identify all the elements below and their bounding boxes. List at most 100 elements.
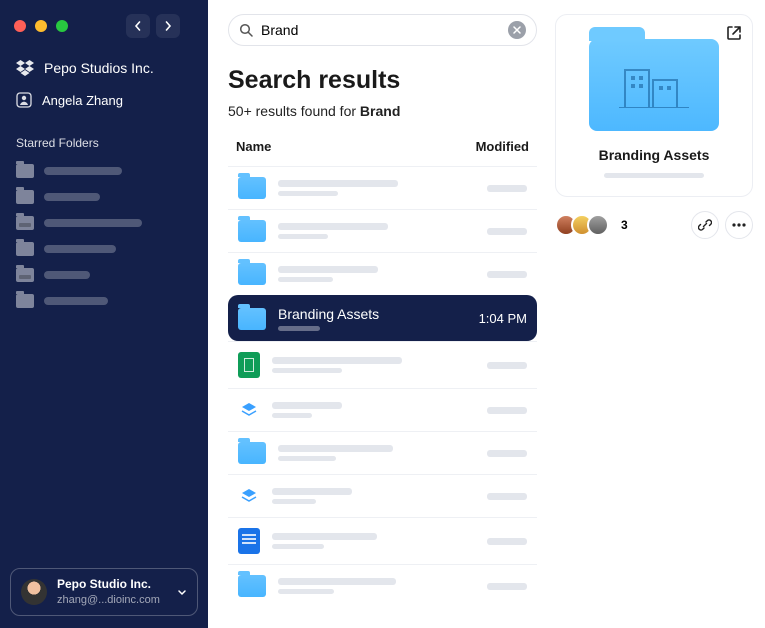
preview-panel: Branding Assets 3 <box>555 14 753 628</box>
open-external-icon <box>726 25 742 41</box>
folder-icon <box>16 268 34 282</box>
account-switcher[interactable]: Pepo Studio Inc. zhang@...dioinc.com <box>10 568 198 616</box>
result-item[interactable] <box>228 388 537 431</box>
placeholder-bar <box>278 326 320 331</box>
placeholder-bar <box>278 456 336 461</box>
placeholder-bar <box>272 402 342 409</box>
placeholder-bar <box>44 271 90 279</box>
starred-folders-label: Starred Folders <box>10 118 198 160</box>
placeholder-bar <box>487 538 527 545</box>
placeholder-bar <box>278 578 396 585</box>
result-item[interactable] <box>228 431 537 474</box>
result-modified: 1:04 PM <box>455 311 527 326</box>
search-input[interactable] <box>261 22 500 38</box>
result-body <box>272 488 443 504</box>
folder-icon <box>238 442 266 464</box>
result-item[interactable] <box>228 517 537 564</box>
preview-placeholder-bar <box>604 173 705 178</box>
placeholder-bar <box>278 234 328 239</box>
column-header-modified[interactable]: Modified <box>449 139 529 154</box>
close-icon <box>513 26 521 34</box>
result-item[interactable]: Branding Assets 1:04 PM <box>228 295 537 341</box>
sheet-icon <box>238 352 260 378</box>
result-body <box>278 266 443 282</box>
maximize-window-icon[interactable] <box>56 20 68 32</box>
placeholder-bar <box>487 362 527 369</box>
shared-avatars[interactable] <box>555 214 609 236</box>
search-icon <box>239 23 253 37</box>
placeholder-bar <box>272 488 352 495</box>
result-modified <box>455 493 527 500</box>
user-row[interactable]: Angela Zhang <box>10 82 198 118</box>
preview-title: Branding Assets <box>570 147 738 163</box>
placeholder-bar <box>44 297 108 305</box>
placeholder-bar <box>487 185 527 192</box>
user-name: Angela Zhang <box>42 93 123 108</box>
folder-icon <box>16 294 34 308</box>
placeholder-bar <box>487 271 527 278</box>
copy-link-button[interactable] <box>691 211 719 239</box>
chevron-left-icon <box>133 21 143 31</box>
results-heading: Search results <box>228 66 537 95</box>
results-subheading: 50+ results found for Brand <box>228 103 537 119</box>
placeholder-bar <box>278 277 333 282</box>
placeholder-bar <box>272 413 312 418</box>
result-item[interactable] <box>228 209 537 252</box>
placeholder-bar <box>487 407 527 414</box>
result-modified <box>455 271 527 278</box>
starred-folder-item[interactable] <box>10 212 198 234</box>
result-body <box>278 578 443 594</box>
nav-forward-button[interactable] <box>156 14 180 38</box>
close-window-icon[interactable] <box>14 20 26 32</box>
result-modified <box>455 228 527 235</box>
result-modified <box>455 538 527 545</box>
more-options-button[interactable] <box>725 211 753 239</box>
starred-folder-item[interactable] <box>10 186 198 208</box>
folder-icon <box>16 190 34 204</box>
result-modified <box>455 450 527 457</box>
result-body <box>278 180 443 196</box>
placeholder-bar <box>44 219 142 227</box>
avatar-icon <box>587 214 609 236</box>
open-external-button[interactable] <box>726 25 742 41</box>
folder-icon <box>238 308 266 330</box>
placeholder-bar <box>272 357 402 364</box>
placeholder-bar <box>278 191 338 196</box>
starred-folder-item[interactable] <box>10 238 198 260</box>
starred-folders-list <box>10 160 198 312</box>
window-controls <box>10 12 198 44</box>
result-item[interactable] <box>228 341 537 388</box>
starred-folder-item[interactable] <box>10 160 198 182</box>
result-item[interactable] <box>228 166 537 209</box>
nav-back-button[interactable] <box>126 14 150 38</box>
avatar-count: 3 <box>621 218 628 232</box>
result-modified <box>455 362 527 369</box>
search-box[interactable] <box>228 14 537 46</box>
chevron-right-icon <box>163 21 173 31</box>
folder-icon <box>238 575 266 597</box>
result-item[interactable] <box>228 252 537 295</box>
dropbox-icon <box>16 60 34 76</box>
result-item[interactable] <box>228 564 537 607</box>
folder-icon <box>16 242 34 256</box>
minimize-window-icon[interactable] <box>35 20 47 32</box>
clear-search-button[interactable] <box>508 21 526 39</box>
starred-folder-item[interactable] <box>10 290 198 312</box>
result-item[interactable] <box>228 474 537 517</box>
folder-preview-icon <box>589 39 719 131</box>
user-icon <box>16 92 32 108</box>
sidebar: Pepo Studios Inc. Angela Zhang Starred F… <box>0 0 208 628</box>
placeholder-bar <box>278 266 378 273</box>
result-body: Branding Assets <box>278 306 443 331</box>
result-modified <box>455 583 527 590</box>
result-body <box>272 402 443 418</box>
placeholder-bar <box>272 499 316 504</box>
layer-icon <box>238 485 260 507</box>
placeholder-bar <box>44 167 122 175</box>
column-header-name[interactable]: Name <box>236 139 449 154</box>
placeholder-bar <box>278 589 334 594</box>
starred-folder-item[interactable] <box>10 264 198 286</box>
placeholder-bar <box>272 368 342 373</box>
placeholder-bar <box>272 544 324 549</box>
workspace-row[interactable]: Pepo Studios Inc. <box>10 44 198 82</box>
